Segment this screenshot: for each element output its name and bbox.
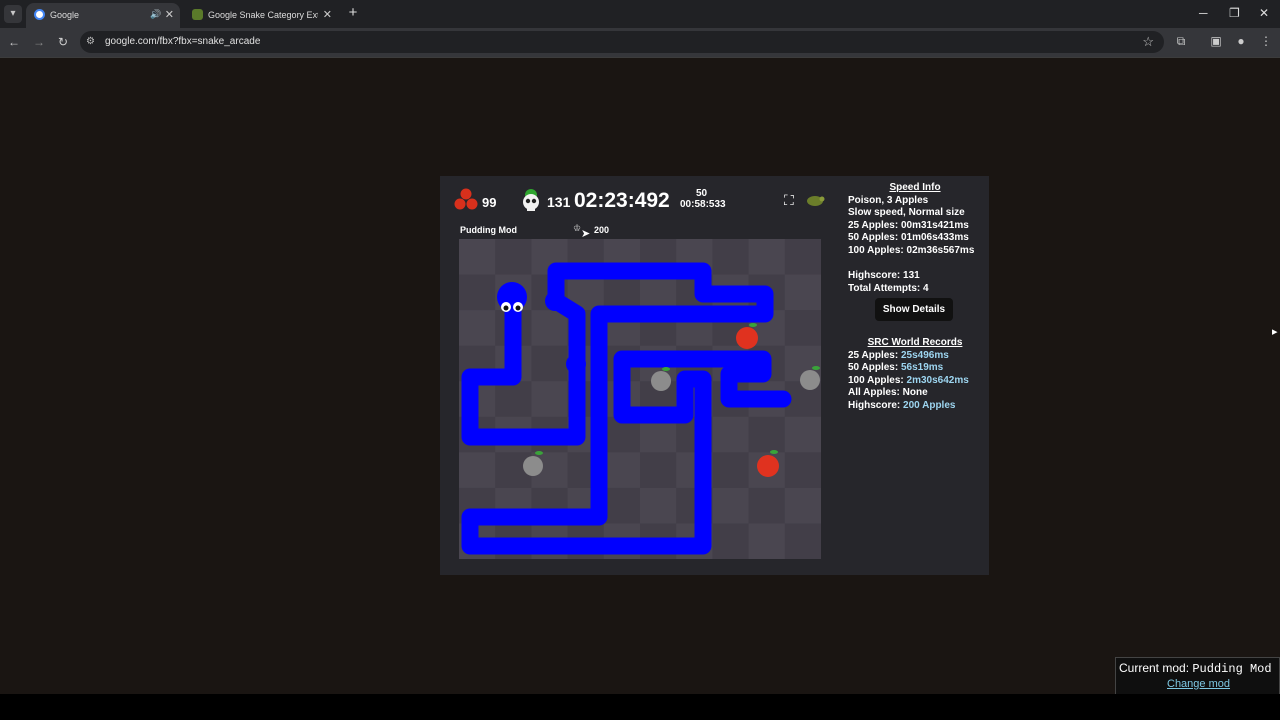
highscore: Highscore: 131 — [848, 270, 920, 281]
record-row: All Apples: None — [848, 387, 928, 399]
close-tab-icon[interactable]: ✕ — [323, 8, 332, 21]
tab-strip: ▾ Google 🔊 ✕ Google Snake Category Exten… — [0, 0, 1280, 28]
minimize-icon[interactable]: ─ — [1199, 6, 1208, 20]
current-mod: Current mod: Pudding Mod — [1119, 661, 1272, 676]
goal-time: 00:58:533 — [680, 199, 726, 210]
bottom-bar — [0, 694, 1280, 720]
address-bar[interactable]: ⚙ google.com/fbx?fbx=snake_arcade ☆ — [80, 31, 1164, 53]
info-line: 100 Apples: 02m36s567ms — [848, 244, 975, 256]
toolbar-divider — [0, 57, 1280, 58]
reload-icon[interactable]: ↻ — [55, 34, 71, 50]
turtle-icon[interactable] — [805, 193, 825, 207]
fullscreen-icon[interactable]: ⛶ — [784, 192, 794, 209]
skull-apple-icon — [523, 189, 539, 211]
info-line: Poison, 3 Apples — [848, 194, 929, 206]
close-window-icon[interactable]: ✕ — [1259, 6, 1269, 20]
tab-google[interactable]: Google 🔊 ✕ — [26, 3, 180, 28]
browser-toolbar: ← → ↻ ⚙ google.com/fbx?fbx=snake_arcade … — [0, 28, 1280, 57]
speaker-icon[interactable]: 🔊 — [150, 9, 161, 20]
stats-panel: Highscore: 131 Total Attempts: 4 — [848, 270, 929, 295]
goal-count: 50 — [696, 188, 708, 199]
extensions-icon[interactable]: ⧉ — [1173, 34, 1189, 49]
timer: 02:23:492 — [574, 189, 670, 212]
record-link[interactable]: 56s19ms — [901, 362, 943, 373]
bookmark-star-icon[interactable]: ☆ — [1142, 34, 1154, 50]
world-records-panel: SRC World Records 25 Apples: 25s496ms 50… — [848, 337, 982, 413]
info-line: 25 Apples: 00m31s421ms — [848, 219, 969, 231]
record-value: None — [902, 387, 928, 399]
speed-info-header: Speed Info — [889, 182, 941, 193]
profile-icon[interactable]: ● — [1233, 34, 1249, 48]
tab-search-button[interactable]: ▾ — [4, 5, 22, 23]
trophy-icon: ♔ — [573, 223, 582, 233]
record-row: 25 Apples: 25s496ms — [848, 349, 949, 361]
mod-selector-box: Current mod: Pudding Mod Change mod — [1115, 657, 1280, 695]
info-line: Slow speed, Normal size — [848, 207, 965, 219]
record-link[interactable]: 25s496ms — [901, 350, 949, 361]
apples-icon — [454, 188, 478, 210]
google-favicon-icon — [34, 9, 45, 20]
tab-snake-extension[interactable]: Google Snake Category Extensi ✕ — [184, 3, 338, 28]
record-link[interactable]: 200 Apples — [903, 400, 955, 411]
back-arrow-icon[interactable]: ← — [6, 34, 22, 50]
new-tab-button[interactable]: + — [344, 5, 362, 23]
record-row: 50 Apples: 56s19ms — [848, 362, 944, 374]
record-row: 100 Apples: 2m30s642ms — [848, 374, 969, 386]
forward-arrow-icon[interactable]: → — [31, 34, 47, 50]
mod-label: Pudding Mod — [460, 225, 517, 235]
url-text[interactable]: google.com/fbx?fbx=snake_arcade — [105, 36, 260, 47]
site-info-icon[interactable]: ⚙ — [86, 36, 95, 47]
side-panel-icon[interactable]: ▣ — [1208, 34, 1224, 48]
side-arrow-icon: ▸ — [1272, 326, 1278, 338]
speed-info-panel: Speed Info Poison, 3 Apples Slow speed, … — [848, 182, 982, 258]
restore-icon[interactable]: ❐ — [1229, 6, 1240, 20]
target-score: 200 — [594, 225, 610, 235]
info-line: 50 Apples: 01m06s433ms — [848, 232, 969, 244]
tab-title: Google — [50, 10, 80, 20]
snake-favicon-icon — [192, 9, 203, 20]
game-board[interactable] — [459, 239, 821, 559]
score: 131 — [547, 194, 571, 210]
close-tab-icon[interactable]: ✕ — [165, 8, 174, 21]
menu-kebab-icon[interactable]: ⋮ — [1258, 34, 1274, 48]
record-row: Highscore: 200 Apples — [848, 399, 956, 411]
change-mod-link[interactable]: Change mod — [1167, 678, 1230, 690]
tab-title: Google Snake Category Extensi — [208, 10, 318, 20]
record-link[interactable]: 2m30s642ms — [907, 375, 969, 386]
apples-count: 99 — [482, 195, 497, 210]
world-records-header[interactable]: SRC World Records — [848, 337, 982, 350]
total-attempts: Total Attempts: 4 — [848, 282, 929, 294]
show-details-button[interactable]: Show Details — [875, 298, 953, 321]
